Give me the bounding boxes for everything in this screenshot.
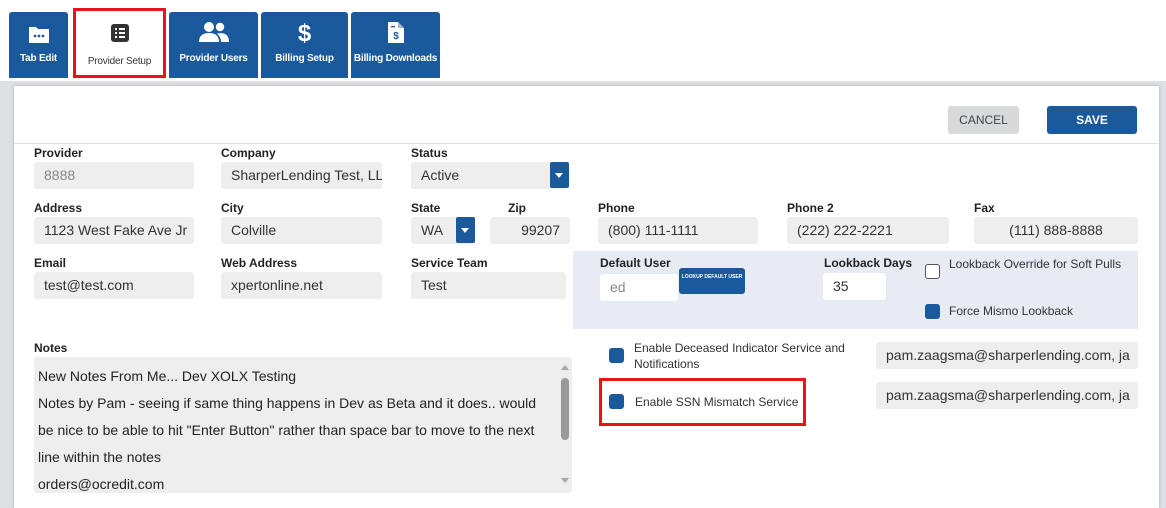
ssn-mismatch-label: Enable SSN Mismatch Service [635, 395, 799, 409]
list-icon [76, 23, 163, 49]
tab-label: Billing Setup [275, 53, 334, 64]
state-dropdown-icon[interactable] [456, 217, 475, 243]
lookback-days-label: Lookback Days [824, 256, 913, 270]
tab-label: Provider Setup [87, 56, 152, 67]
status-select[interactable]: Active [411, 162, 566, 189]
notes-line: line within the notes [38, 449, 161, 465]
tab-provider-users[interactable]: Provider Users [169, 12, 258, 78]
ssn-mismatch-email-field[interactable]: pam.zaagsma@sharperlending.com, ja [876, 382, 1138, 409]
cancel-button[interactable]: CANCEL [948, 106, 1019, 134]
deceased-service-checkbox[interactable] [609, 348, 624, 363]
notes-textarea[interactable]: New Notes From Me... Dev XOLX Testing No… [34, 357, 572, 493]
city-label: City [221, 201, 244, 215]
tab-billing-downloads[interactable]: $ Billing Downloads [351, 12, 440, 78]
phone2-label: Phone 2 [787, 201, 834, 215]
email-label: Email [34, 256, 67, 270]
ssn-mismatch-checkbox[interactable] [609, 394, 624, 409]
provider-setup-panel: CANCEL SAVE Provider 8888 Company Sharpe… [14, 86, 1159, 508]
phone-label: Phone [598, 201, 635, 215]
lookback-override-label: Lookback Override for Soft Pulls [949, 257, 1122, 271]
email-field[interactable]: test@test.com [34, 272, 194, 299]
divider [14, 143, 1159, 144]
status-label: Status [411, 146, 448, 160]
tab-label: Tab Edit [19, 53, 58, 64]
save-button[interactable]: SAVE [1047, 106, 1137, 134]
notes-line: New Notes From Me... Dev XOLX Testing [38, 368, 297, 384]
tab-bar: Tab Edit Provider Setup Provider Users $… [0, 0, 1166, 81]
deceased-service-email-field[interactable]: pam.zaagsma@sharperlending.com, ja [876, 342, 1138, 369]
folder-icon [9, 21, 68, 47]
lookup-default-user-button[interactable]: LOOKUP DEFAULT USER [679, 268, 745, 294]
default-user-label: Default User [600, 256, 671, 270]
city-field[interactable]: Colville [221, 217, 382, 244]
notes-label: Notes [34, 341, 68, 355]
notes-line: be nice to be able to hit "Enter Button"… [38, 422, 535, 438]
service-team-label: Service Team [411, 256, 488, 270]
dollar-file-icon: $ [351, 21, 440, 47]
default-user-field[interactable]: ed [600, 274, 678, 301]
zip-field[interactable]: 99207 [490, 217, 570, 244]
company-field[interactable]: SharperLending Test, LL [221, 162, 382, 189]
phone-field[interactable]: (800) 111-1111 [598, 217, 758, 244]
web-address-label: Web Address [221, 256, 298, 270]
scrollbar-thumb[interactable] [561, 378, 569, 440]
svg-text:$: $ [393, 31, 399, 42]
service-team-field[interactable]: Test [411, 272, 566, 299]
scroll-up-icon[interactable] [561, 365, 569, 370]
company-label: Company [221, 146, 276, 160]
notes-line: orders@ocredit.com [38, 476, 165, 492]
web-address-field[interactable]: xpertonline.net [221, 272, 382, 299]
phone2-field[interactable]: (222) 222-2221 [787, 217, 949, 244]
users-icon [169, 21, 258, 47]
provider-label: Provider [34, 146, 83, 160]
dollar-icon: $ [297, 20, 312, 47]
fax-field[interactable]: (111) 888-8888 [974, 217, 1138, 244]
lookback-override-checkbox[interactable] [925, 264, 940, 279]
deceased-service-label: Enable Deceased Indicator Service and No… [634, 341, 845, 371]
status-dropdown-icon[interactable] [550, 162, 569, 188]
fax-label: Fax [974, 201, 995, 215]
provider-field: 8888 [34, 162, 194, 189]
scroll-down-icon[interactable] [561, 478, 569, 483]
zip-label: Zip [508, 201, 526, 215]
address-label: Address [34, 201, 83, 215]
tab-provider-setup[interactable]: Provider Setup [73, 8, 166, 78]
force-mismo-checkbox[interactable] [925, 304, 940, 319]
tab-label: Provider Users [179, 53, 248, 64]
tab-label: Billing Downloads [353, 53, 438, 64]
address-field[interactable]: 1123 West Fake Ave Jr [34, 217, 194, 244]
lookback-days-field[interactable]: 35 [823, 273, 886, 300]
force-mismo-label: Force Mismo Lookback [949, 304, 1074, 318]
tab-tab-edit[interactable]: Tab Edit [9, 12, 68, 78]
tab-billing-setup[interactable]: $ Billing Setup [261, 12, 348, 78]
state-label: State [411, 201, 441, 215]
notes-line: Notes by Pam - seeing if same thing happ… [38, 395, 537, 411]
